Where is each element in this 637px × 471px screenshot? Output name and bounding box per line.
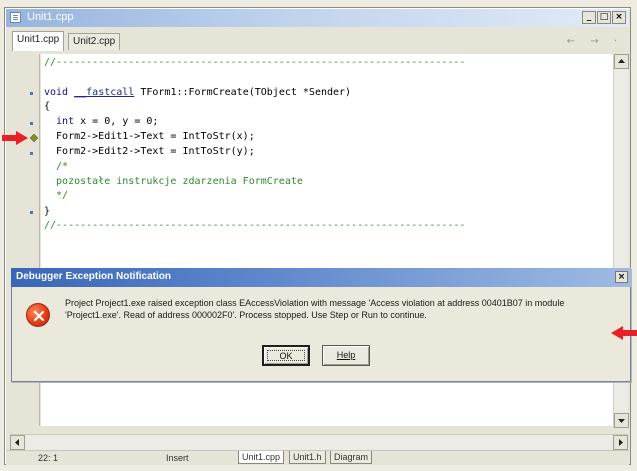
code-line-open-brace: { bbox=[44, 101, 51, 112]
arrow-up-icon bbox=[618, 59, 625, 63]
declaration-text: x = 0, y = 0; bbox=[74, 116, 159, 127]
edit-mode: Insert bbox=[166, 453, 189, 463]
close-window-button[interactable]: × bbox=[612, 11, 626, 24]
bottom-tab-unit1-cpp[interactable]: Unit1.cpp bbox=[238, 451, 285, 464]
bottom-tab-unit1-h[interactable]: Unit1.h bbox=[289, 451, 326, 464]
code-line-edit1: Form2->Edit1->Text = IntToStr(x); bbox=[44, 131, 255, 142]
navigation-arrows[interactable]: ← → · bbox=[567, 36, 623, 47]
scroll-left-button[interactable] bbox=[10, 435, 25, 450]
file-icon bbox=[10, 12, 21, 23]
help-button[interactable]: Help bbox=[322, 345, 370, 366]
line-marker bbox=[30, 152, 33, 155]
maximize-button[interactable]: □ bbox=[597, 11, 611, 24]
scroll-right-button[interactable] bbox=[613, 435, 628, 450]
execution-point-icon bbox=[30, 134, 38, 142]
line-marker bbox=[30, 211, 33, 214]
code-line-function: void __fastcall TForm1::FormCreate(TObje… bbox=[44, 87, 351, 99]
dialog-title: Debugger Exception Notification bbox=[16, 271, 172, 282]
code-comment-close: */ bbox=[44, 190, 69, 201]
window-titlebar[interactable]: Unit1.cpp _ □ × bbox=[6, 9, 629, 27]
exception-message: Project Project1.exe raised exception cl… bbox=[65, 298, 565, 320]
keyword-void: void bbox=[44, 87, 75, 98]
minimize-button[interactable]: _ bbox=[582, 11, 596, 24]
status-bar: 22: 1 Insert Unit1.cpp Unit1.h Diagram bbox=[6, 450, 629, 465]
bottom-tab-diagram[interactable]: Diagram bbox=[330, 451, 373, 464]
code-line-edit2: Form2->Edit2->Text = IntToStr(y); bbox=[44, 146, 255, 157]
dialog-close-button[interactable]: × bbox=[615, 271, 628, 283]
window-title: Unit1.cpp bbox=[27, 11, 74, 23]
scroll-up-button[interactable] bbox=[614, 54, 629, 69]
code-separator-top: //--------------------------------------… bbox=[44, 57, 466, 68]
code-line-declaration: int x = 0, y = 0; bbox=[44, 116, 158, 128]
arrow-left-icon bbox=[15, 439, 19, 446]
code-comment-open: /* bbox=[44, 161, 69, 172]
code-line-close-brace: } bbox=[44, 206, 51, 217]
arrow-right-icon bbox=[619, 439, 623, 446]
tab-unit1-cpp[interactable]: Unit1.cpp bbox=[12, 31, 65, 51]
tab-unit2-cpp[interactable]: Unit2.cpp bbox=[68, 33, 121, 50]
code-separator-bottom: //--------------------------------------… bbox=[44, 220, 466, 231]
ok-button[interactable]: OK bbox=[262, 345, 310, 366]
horizontal-scrollbar[interactable] bbox=[10, 434, 628, 450]
red-arrow-icon bbox=[611, 326, 637, 340]
line-marker bbox=[30, 122, 33, 125]
dialog-titlebar[interactable]: Debugger Exception Notification × bbox=[11, 268, 631, 287]
cursor-position: 22: 1 bbox=[38, 453, 59, 463]
function-signature: TForm1::FormCreate(TObject *Sender) bbox=[134, 87, 352, 98]
scroll-down-button[interactable] bbox=[614, 413, 629, 428]
error-circle-x-icon bbox=[26, 303, 50, 327]
keyword-int: int bbox=[44, 116, 75, 127]
code-comment-text: pozostałe instrukcje zdarzenia FormCreat… bbox=[44, 176, 303, 187]
red-arrow-icon bbox=[2, 131, 28, 145]
help-label: Help bbox=[336, 350, 356, 360]
focus-rect bbox=[267, 350, 305, 361]
line-marker bbox=[30, 92, 33, 95]
arrow-down-icon bbox=[618, 419, 625, 423]
editor-tabstrip: Unit1.cpp Unit2.cpp ← → · bbox=[6, 27, 629, 53]
keyword-fastcall: __fastcall bbox=[74, 87, 135, 98]
